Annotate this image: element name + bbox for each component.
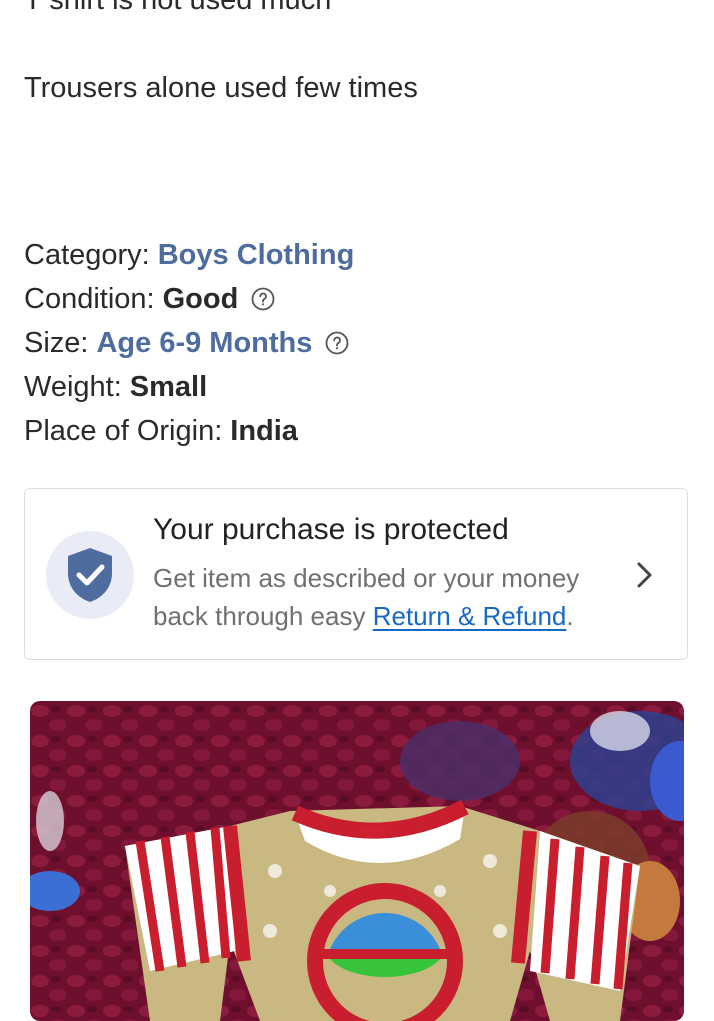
- attr-weight: Weight: Small: [24, 365, 354, 409]
- size-link[interactable]: Age 6-9 Months: [96, 324, 312, 362]
- origin-label: Place of Origin:: [24, 415, 223, 447]
- weight-label: Weight:: [24, 371, 122, 403]
- size-label: Size:: [24, 327, 89, 359]
- protection-subtitle: Get item as described or your money back…: [153, 559, 623, 635]
- category-link[interactable]: Boys Clothing: [158, 236, 355, 274]
- attr-condition: Condition: Good: [24, 277, 354, 321]
- question-circle-icon[interactable]: [325, 331, 349, 355]
- attr-origin: Place of Origin: India: [24, 409, 354, 453]
- chevron-right-icon[interactable]: [635, 561, 655, 589]
- question-circle-icon[interactable]: [251, 287, 275, 311]
- origin-value: India: [230, 415, 298, 447]
- condition-value: Good: [162, 283, 239, 315]
- return-refund-link[interactable]: Return & Refund: [373, 601, 567, 631]
- product-photo[interactable]: [30, 701, 684, 1021]
- attr-size: Size: Age 6-9 Months: [24, 321, 354, 365]
- item-attributes: Category: Boys Clothing Condition: Good …: [24, 233, 354, 453]
- purchase-protection-card[interactable]: Your purchase is protected Get item as d…: [24, 488, 688, 660]
- weight-value: Small: [129, 371, 208, 403]
- protection-period: .: [566, 601, 574, 631]
- shield-check-icon: [46, 531, 134, 619]
- attr-category: Category: Boys Clothing: [24, 233, 354, 277]
- condition-label: Condition:: [24, 283, 155, 315]
- category-label: Category:: [24, 239, 150, 271]
- protection-title: Your purchase is protected: [153, 513, 509, 546]
- description-line-1: T shirt is not used much: [24, 0, 332, 16]
- description-line-2: Trousers alone used few times: [24, 72, 418, 104]
